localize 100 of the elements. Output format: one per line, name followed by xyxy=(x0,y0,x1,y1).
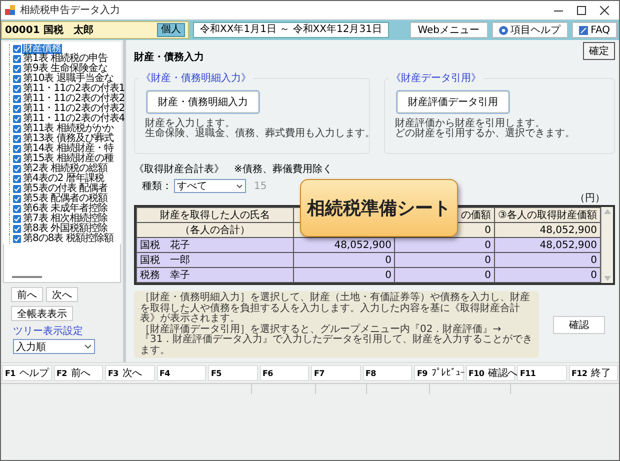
checkbox[interactable] xyxy=(13,145,21,153)
amount-cell: 48,052,900 xyxy=(494,222,600,238)
period-field: 令和XX年1月1日 ～ 令和XX年12月31日 xyxy=(193,22,389,38)
amount-cell: 48,052,900 xyxy=(494,238,600,252)
show-all-button[interactable]: 全帳表表示 xyxy=(11,306,73,321)
app-icon xyxy=(5,5,15,15)
function-key[interactable]: F2 前へ xyxy=(54,365,103,381)
group-description: 財産を入力します。 xyxy=(145,119,235,129)
confirm-top-button[interactable]: 確定 xyxy=(583,42,615,60)
group-description: 生命保険、退職金、債務、葬式費用も入力します。 xyxy=(145,129,375,139)
header-button[interactable]: Webメニュー xyxy=(410,22,488,38)
function-key[interactable]: F1 ヘルプ xyxy=(2,365,52,381)
summary-note: ※債務、葬儀費用除く xyxy=(234,162,332,176)
tree-item[interactable]: 第5表 配偶者の税額 xyxy=(9,194,109,204)
checkbox[interactable] xyxy=(13,185,21,193)
name-cell: 税務 幸子 xyxy=(136,268,294,282)
checkbox[interactable] xyxy=(13,125,21,133)
header-button[interactable]: 項目ヘルプ xyxy=(492,22,568,38)
group-description: 財産評価から財産を引用します。 xyxy=(395,119,545,129)
function-key[interactable]: F3 次へ xyxy=(105,365,154,381)
checkbox[interactable] xyxy=(13,165,21,173)
confirm-button[interactable]: 確認 xyxy=(553,316,605,334)
tree-item[interactable]: 第11・11の2表の付表4 xyxy=(9,114,126,124)
function-key[interactable]: F6 xyxy=(260,365,309,381)
tree-item[interactable]: 第14表 相続財産・特 xyxy=(9,144,114,154)
function-key[interactable]: F5 xyxy=(208,365,258,381)
checkbox[interactable] xyxy=(13,45,21,53)
group-action-button[interactable]: 財産・債務明細入力 xyxy=(147,91,259,113)
tree-item[interactable]: 第9表 生命保険金な xyxy=(9,64,109,74)
tree-item[interactable]: 第11表 相続税がかか xyxy=(9,124,114,134)
checkbox[interactable] xyxy=(13,115,21,123)
checkbox[interactable] xyxy=(13,175,21,183)
tree-item[interactable]: 第8表 外国税額控除 xyxy=(9,224,109,234)
scroll-down-icon xyxy=(604,276,611,281)
amount-cell: 0 xyxy=(394,252,495,268)
tree-item[interactable]: 第7表 相次相続控除 xyxy=(9,214,109,224)
function-key[interactable]: F9 ﾌﾟﾚﾋﾞｭｰ xyxy=(414,365,464,381)
function-key[interactable]: F8 xyxy=(362,365,412,381)
function-key[interactable]: F4 xyxy=(156,365,206,381)
function-key[interactable]: F11 xyxy=(517,365,566,381)
checkbox[interactable] xyxy=(13,55,21,63)
window-title: 相続税申告データ入力 xyxy=(20,4,121,17)
tree-item[interactable]: 第11・11の2表の付表2 xyxy=(9,104,126,114)
tree-item[interactable]: 第15表 相続財産の種 xyxy=(9,154,114,164)
checkbox[interactable] xyxy=(13,95,21,103)
tree-item[interactable]: 第11・11の2表の付表2 xyxy=(9,94,126,104)
group-legend: 《財産・債務明細入力》 xyxy=(139,71,253,85)
tree-item[interactable]: 第5表の付表 配偶者 xyxy=(9,184,109,194)
scroll-up-icon xyxy=(604,209,611,214)
checkbox[interactable] xyxy=(13,205,21,213)
tree-item[interactable]: 第6表 未成年者控除 xyxy=(9,204,109,214)
tree-order-select[interactable]: 入力順 xyxy=(13,339,95,354)
function-key[interactable]: F10 確認へ xyxy=(466,365,515,381)
group-description: どの財産を引用するか、選択できます。 xyxy=(395,129,575,139)
checkbox[interactable] xyxy=(13,75,21,83)
maximize-icon xyxy=(577,6,586,14)
tree-item[interactable]: 第10表 退職手当金な xyxy=(9,74,114,84)
column-header: 財産を取得した人の氏名 xyxy=(136,208,294,222)
checkbox[interactable] xyxy=(13,65,21,73)
column-header: ③各人の取得財産価額 xyxy=(494,208,600,222)
type-label: 種類： xyxy=(142,180,172,193)
checkbox[interactable] xyxy=(13,135,21,143)
checkbox[interactable] xyxy=(13,105,21,113)
checkbox[interactable] xyxy=(13,85,21,93)
amount-cell: 48,052,900 xyxy=(294,238,395,252)
tree-item[interactable]: 第13表 債務及び葬式 xyxy=(9,134,114,144)
summary-title: 《取得財産合計表》 xyxy=(134,162,224,176)
checkbox[interactable] xyxy=(13,195,21,203)
header-button[interactable]: FAQ xyxy=(572,22,617,38)
help-text: ［財産・債務明細入力］を選択して、財産（土地・有価証券等）や債務を入力し、財産を取得した人や債務を負担する人を入力します。入力した内容を基に《取得財産合計表》が表示されます。 xyxy=(140,293,531,324)
taxpayer-name: 00001 国税 太郎 xyxy=(5,23,94,37)
tree-item[interactable]: 第4表の2 暦年課税 xyxy=(9,174,105,184)
group-legend: 《財産データ引用》 xyxy=(389,71,483,85)
checkbox[interactable] xyxy=(13,215,21,223)
group-action-button[interactable]: 財産評価データ引用 xyxy=(397,91,509,113)
tree-item[interactable]: 第11・11の2表の付表1 xyxy=(9,84,126,94)
function-key[interactable]: F7 xyxy=(311,365,360,381)
amount-cell: 0 xyxy=(394,238,495,252)
unit-label: （円） xyxy=(575,192,605,205)
tree-item[interactable]: 第1表 相続税の申告 xyxy=(9,54,109,64)
help-icon xyxy=(498,26,508,34)
checkbox[interactable] xyxy=(13,155,21,163)
amount-cell: 0 xyxy=(494,252,600,268)
type-badge: 個人 xyxy=(157,23,185,37)
close-icon xyxy=(600,6,609,14)
amount-cell: 0 xyxy=(294,252,395,268)
name-cell: （各人の合計） xyxy=(136,222,294,238)
next-button[interactable]: 次へ xyxy=(46,287,78,302)
callout-banner: 相続税準備シート xyxy=(300,179,458,237)
checkbox[interactable] xyxy=(13,235,21,243)
amount-cell: 0 xyxy=(394,268,495,282)
name-cell: 国税 一郎 xyxy=(136,252,294,268)
tree-item[interactable]: 第2表 相続税の総額 xyxy=(9,164,109,174)
amount-cell: 0 xyxy=(294,268,395,282)
checkbox[interactable] xyxy=(13,225,21,233)
name-cell: 国税 花子 xyxy=(136,238,294,252)
tree-setting-label: ツリー表示設定 xyxy=(12,324,84,338)
type-select[interactable]: すべて xyxy=(174,179,246,193)
function-key[interactable]: F12 終了 xyxy=(568,365,618,381)
prev-button[interactable]: 前へ xyxy=(11,287,43,302)
